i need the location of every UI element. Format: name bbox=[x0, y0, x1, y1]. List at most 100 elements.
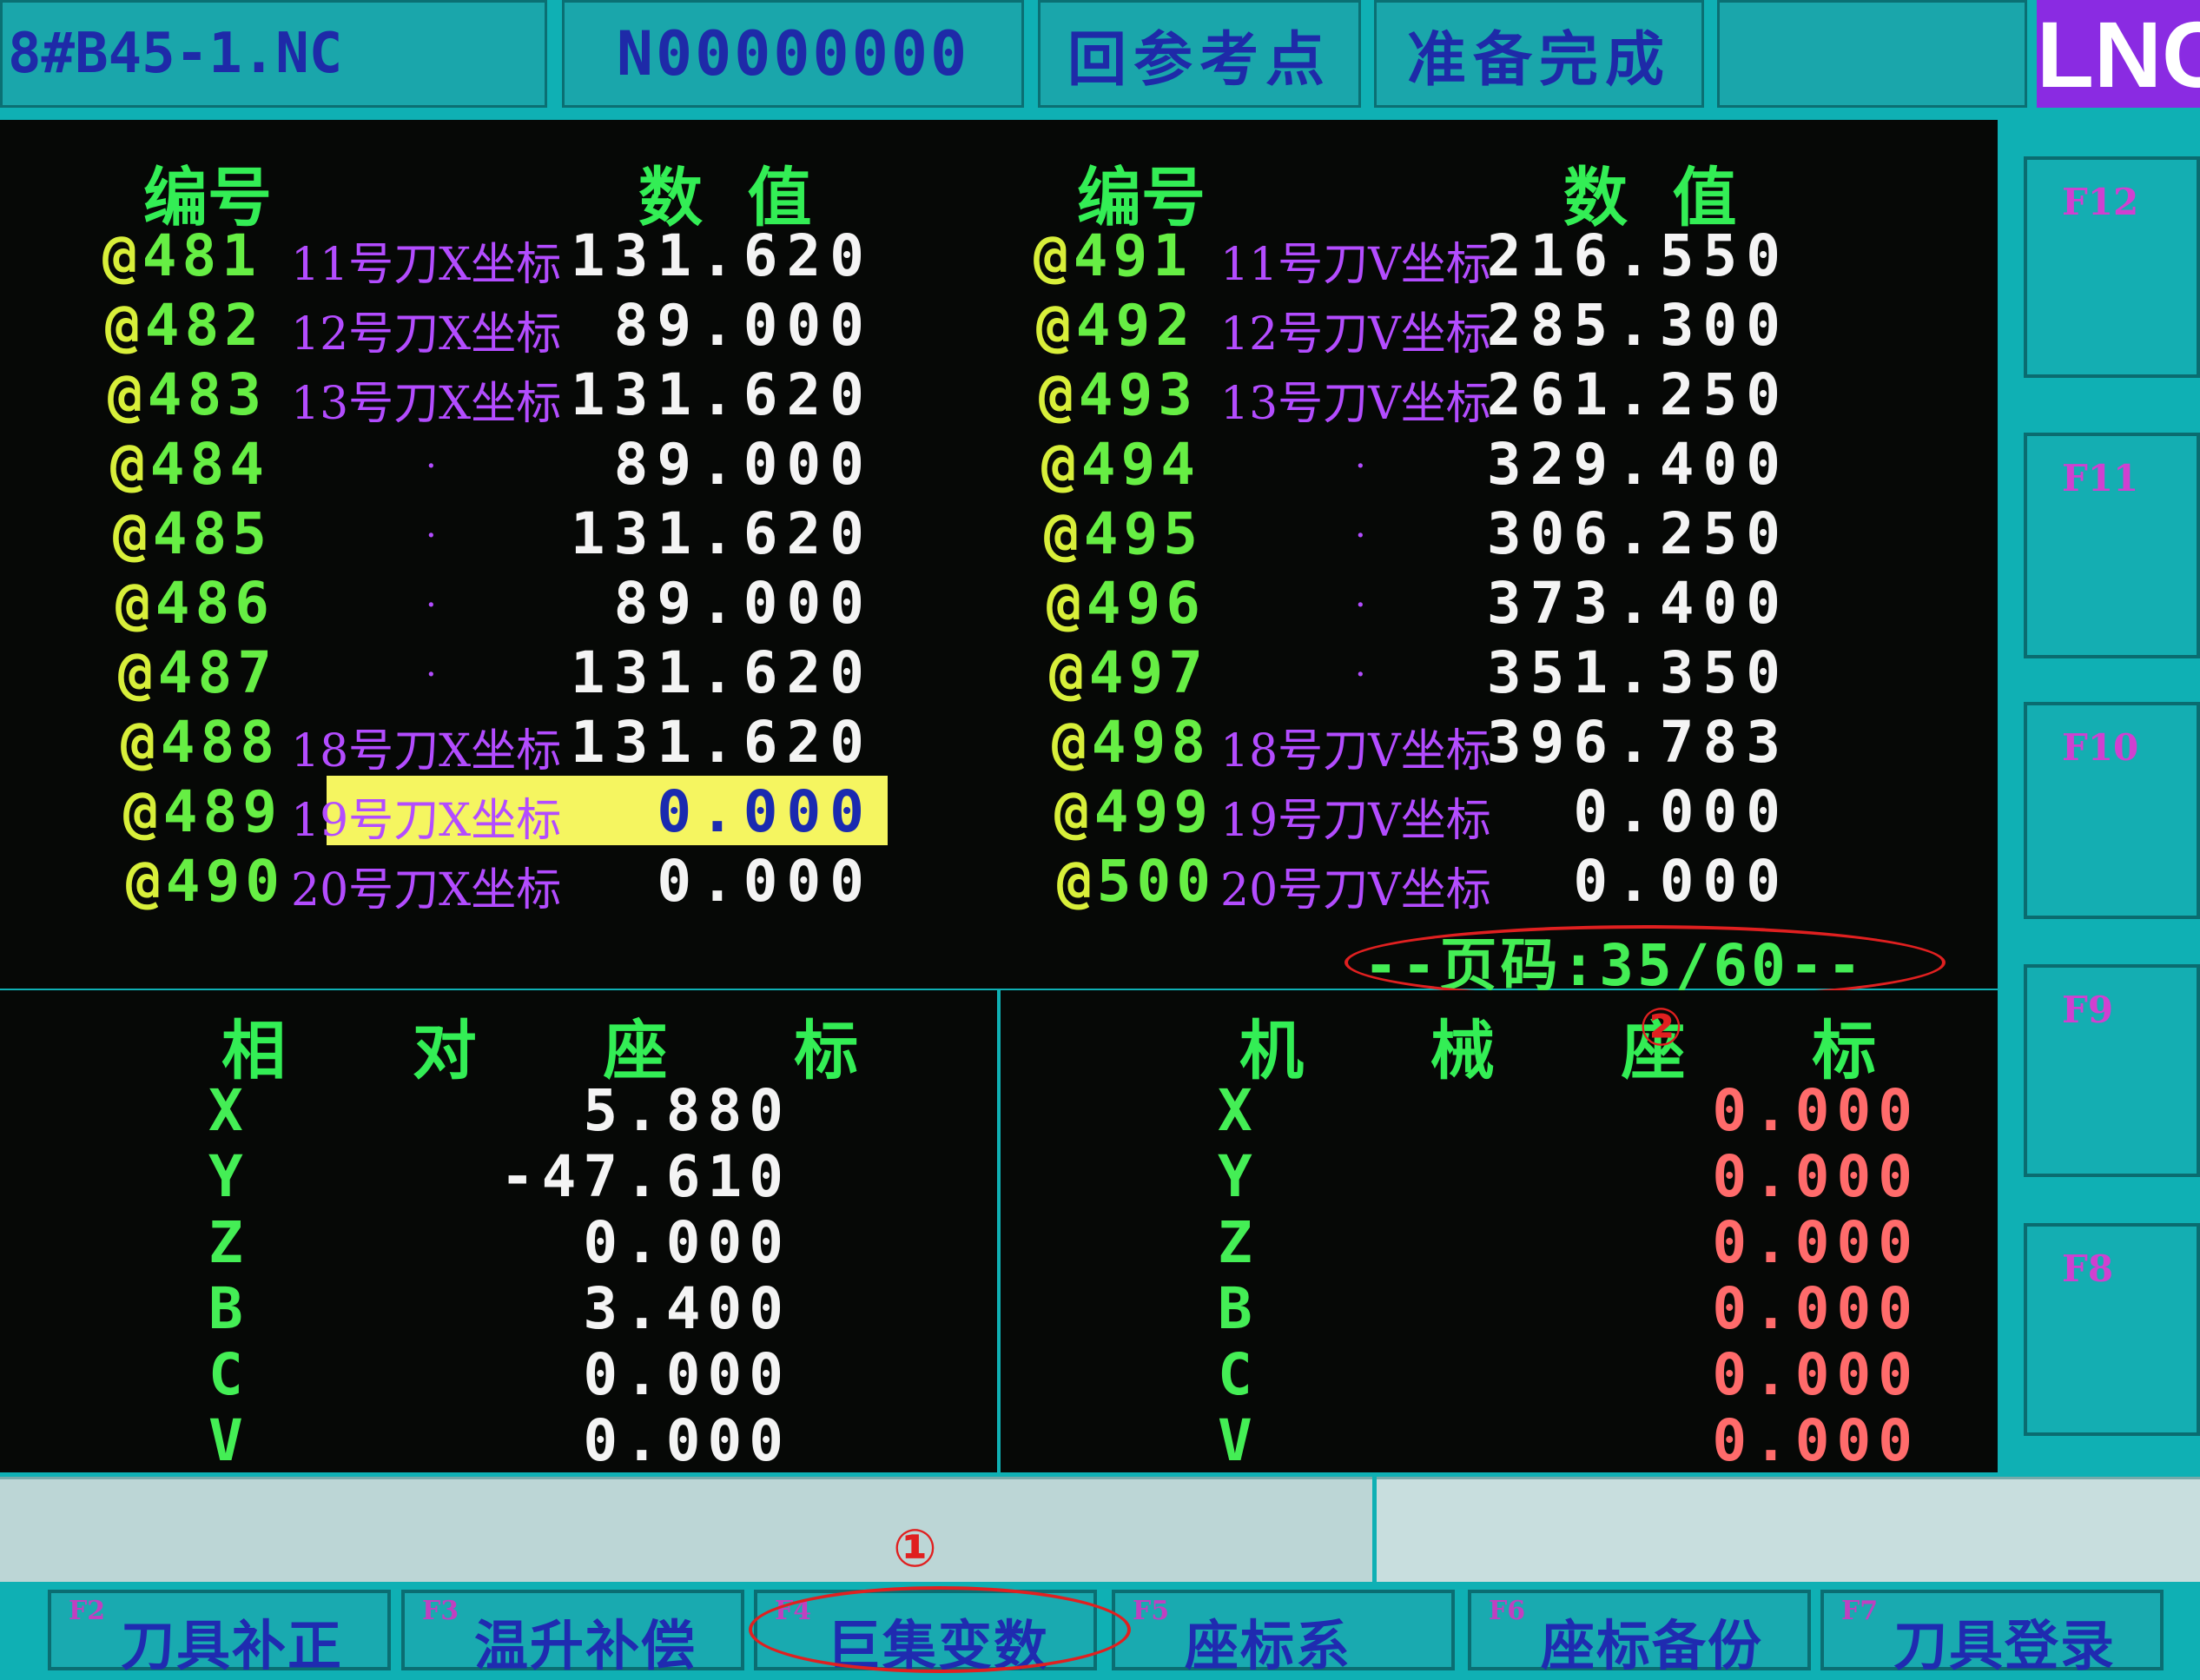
macro-row[interactable]: @497 · 351.350 bbox=[0, 639, 1998, 709]
soft-key-f3[interactable]: F3 温升补偿 bbox=[401, 1590, 744, 1677]
macro-id: @493 bbox=[1039, 361, 1198, 428]
macro-description: 19号刀V坐标 bbox=[1220, 795, 1491, 847]
macro-id: @494 bbox=[1041, 431, 1200, 498]
macro-number: 491 bbox=[1073, 222, 1192, 289]
macro-row[interactable]: @491 11号刀V坐标 216.550 bbox=[0, 222, 1998, 292]
macro-description: · bbox=[1355, 446, 1366, 486]
status-display: 准备完成 bbox=[1374, 0, 1704, 108]
side-key-label: F10 bbox=[2062, 726, 2139, 769]
empty-status-box bbox=[1717, 0, 2027, 108]
axis-label: B bbox=[208, 1275, 243, 1342]
annotation-ellipse-page bbox=[1344, 925, 1946, 1000]
macro-value: 0.000 bbox=[1573, 778, 1789, 845]
annotation-ellipse-softkey bbox=[749, 1586, 1131, 1673]
side-key-label: F12 bbox=[2062, 181, 2139, 223]
macro-at-sign: @ bbox=[1034, 222, 1074, 289]
macro-row[interactable]: @494 · 329.400 bbox=[0, 431, 1998, 500]
macro-value: 261.250 bbox=[1486, 361, 1789, 428]
side-key-label: F8 bbox=[2062, 1247, 2114, 1290]
macro-row[interactable]: @499 19号刀V坐标 0.000 bbox=[0, 778, 1998, 848]
machine-coordinates-panel: 机 械 座 标 X 0.000 Y 0.000 Z 0.000 B 0.000 C 0.000 V 0… bbox=[1001, 990, 1998, 1474]
macro-value: 329.400 bbox=[1486, 431, 1789, 498]
axis-value: 0.000 bbox=[583, 1341, 790, 1408]
axis-value: -47.610 bbox=[499, 1143, 790, 1210]
macro-variable-panel: 编号 数 值 编号 数 值 @481 11号刀X坐标 131.620 @482 12号刀… bbox=[0, 120, 1998, 1000]
macro-row[interactable]: @493 13号刀V坐标 261.250 bbox=[0, 361, 1998, 431]
soft-key-label: 座标备份 bbox=[1541, 1614, 1764, 1677]
axis-label: V bbox=[1218, 1407, 1252, 1474]
macro-value: 351.350 bbox=[1486, 639, 1789, 706]
macro-id: @497 bbox=[1049, 639, 1208, 706]
mode-display: 回参考点 bbox=[1038, 0, 1361, 108]
macro-at-sign: @ bbox=[1054, 778, 1094, 845]
soft-key-f7[interactable]: F7 刀具登录 bbox=[1820, 1590, 2164, 1677]
soft-key-fnum: F2 bbox=[69, 1596, 106, 1626]
logo-text: LNC bbox=[2037, 1, 2200, 107]
brand-logo: LNC bbox=[2037, 0, 2200, 108]
axis-label: V bbox=[208, 1407, 243, 1474]
macro-row[interactable]: @496 · 373.400 bbox=[0, 570, 1998, 639]
relative-coordinates-panel: 相 对 座 标 X 5.880 Y -47.610 Z 0.000 B 3.400 C 0.000… bbox=[0, 990, 997, 1474]
axis-label: X bbox=[208, 1077, 243, 1144]
side-key-f9[interactable]: F9 bbox=[2024, 964, 2200, 1177]
soft-key-label: 刀具登录 bbox=[1893, 1614, 2117, 1677]
soft-key-f5[interactable]: F5 座标系 bbox=[1112, 1590, 1455, 1677]
macro-id: @495 bbox=[1044, 500, 1203, 567]
macro-number: 499 bbox=[1093, 778, 1213, 845]
macro-at-sign: @ bbox=[1039, 361, 1079, 428]
macro-row[interactable]: @500 20号刀V坐标 0.000 bbox=[0, 848, 1998, 917]
axis-value: 0.000 bbox=[1712, 1209, 1919, 1276]
relative-coords-title: 相 对 座 标 bbox=[221, 1014, 911, 1088]
macro-row[interactable]: @495 · 306.250 bbox=[0, 500, 1998, 570]
sequence-number-display: N00000000 bbox=[562, 0, 1024, 108]
macro-row[interactable]: @492 12号刀V坐标 285.300 bbox=[0, 292, 1998, 361]
macro-description: · bbox=[1355, 585, 1366, 625]
macro-value: 373.400 bbox=[1486, 570, 1789, 637]
macro-number: 500 bbox=[1096, 848, 1216, 915]
axis-label: Z bbox=[1218, 1209, 1252, 1276]
macro-description: 12号刀V坐标 bbox=[1220, 308, 1491, 360]
macro-id: @498 bbox=[1052, 709, 1211, 776]
soft-key-fnum: F6 bbox=[1489, 1596, 1526, 1626]
axis-label: Z bbox=[208, 1209, 243, 1276]
axis-label: Y bbox=[1218, 1143, 1252, 1210]
macro-id: @491 bbox=[1034, 222, 1192, 289]
side-key-f10[interactable]: F10 bbox=[2024, 702, 2200, 919]
macro-number: 495 bbox=[1083, 500, 1203, 567]
side-key-label: F11 bbox=[2062, 457, 2139, 499]
axis-value: 0.000 bbox=[1712, 1407, 1919, 1474]
soft-key-fnum: F3 bbox=[422, 1596, 459, 1626]
soft-key-fnum: F5 bbox=[1133, 1596, 1170, 1626]
side-key-f8[interactable]: F8 bbox=[2024, 1223, 2200, 1436]
macro-at-sign: @ bbox=[1052, 709, 1092, 776]
message-bar-left bbox=[0, 1477, 1372, 1582]
axis-value: 3.400 bbox=[583, 1275, 790, 1342]
soft-key-f6[interactable]: F6 座标备份 bbox=[1468, 1590, 1811, 1677]
program-file-name: 8#B45-1.NC bbox=[8, 22, 343, 86]
macro-row[interactable]: @498 18号刀V坐标 396.783 bbox=[0, 709, 1998, 778]
axis-label: Y bbox=[208, 1143, 243, 1210]
macro-number: 492 bbox=[1075, 292, 1195, 359]
macro-at-sign: @ bbox=[1044, 500, 1084, 567]
macro-number: 498 bbox=[1091, 709, 1211, 776]
axis-value: 0.000 bbox=[583, 1407, 790, 1474]
soft-key-f2[interactable]: F2 刀具补正 bbox=[48, 1590, 391, 1677]
macro-number: 494 bbox=[1080, 431, 1200, 498]
axis-value: 0.000 bbox=[1712, 1143, 1919, 1210]
program-file-display: 8#B45-1.NC bbox=[0, 0, 547, 108]
macro-value: 306.250 bbox=[1486, 500, 1789, 567]
soft-key-label: 温升补偿 bbox=[474, 1614, 697, 1677]
macro-description: · bbox=[1355, 516, 1366, 556]
annotation-marker-2: ② bbox=[1639, 997, 1683, 1058]
message-bar-right bbox=[1377, 1477, 2200, 1582]
macro-at-sign: @ bbox=[1057, 848, 1097, 915]
axis-value: 0.000 bbox=[1712, 1275, 1919, 1342]
soft-key-label: 刀具补正 bbox=[121, 1614, 344, 1677]
soft-key-fnum: F7 bbox=[1841, 1596, 1879, 1626]
sequence-number: N00000000 bbox=[616, 18, 970, 89]
macro-description: 13号刀V坐标 bbox=[1220, 378, 1491, 430]
status-label: 准备完成 bbox=[1406, 24, 1671, 95]
macro-number: 493 bbox=[1078, 361, 1198, 428]
side-key-f11[interactable]: F11 bbox=[2024, 433, 2200, 658]
side-key-f12[interactable]: F12 bbox=[2024, 156, 2200, 378]
